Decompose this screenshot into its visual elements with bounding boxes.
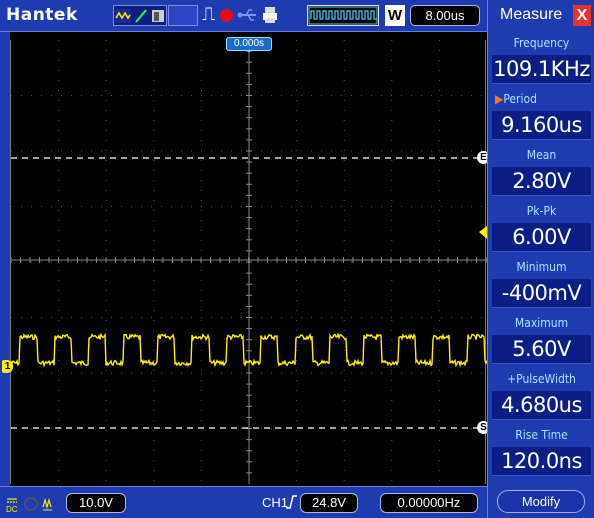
display-mode-icons[interactable]: [113, 5, 167, 26]
measure-value-pulse-width[interactable]: 4.680us: [492, 391, 591, 420]
ch1-coupling-icons[interactable]: DC: [4, 495, 66, 513]
measure-label-pulse-width: +PulseWidth: [507, 372, 576, 386]
modify-button[interactable]: Modify: [497, 490, 585, 513]
timebase-waveform-icon: [307, 5, 379, 26]
measure-panel: Measure X Frequency 109.1KHz ▶Period 9.1…: [487, 0, 594, 518]
bottom-status-bar: DC 10.0V CH1 24.8V 0.00000Hz: [0, 486, 487, 518]
measure-label-period: ▶Period: [488, 92, 594, 106]
rising-edge-icon[interactable]: [286, 494, 297, 510]
measure-label-frequency: Frequency: [513, 36, 570, 50]
ch1-ground-marker[interactable]: 1: [2, 360, 13, 373]
measure-panel-title: Measure: [500, 6, 563, 23]
measure-label-period-text: Period: [503, 92, 537, 106]
measure-value-minimum[interactable]: -400mV: [492, 279, 591, 308]
window-zoom-icon[interactable]: W: [385, 5, 405, 26]
measure-value-pk-pk[interactable]: 6.00V: [492, 223, 591, 252]
scope-grid: [10, 39, 488, 484]
close-button[interactable]: X: [573, 5, 591, 26]
measure-value-maximum[interactable]: 5.60V: [492, 335, 591, 364]
scope-display[interactable]: 0.000s E S 1: [2, 37, 490, 484]
measure-value-rise-time[interactable]: 120.0ns: [492, 447, 591, 476]
measure-label-minimum: Minimum: [516, 260, 567, 274]
measure-value-frequency[interactable]: 109.1KHz: [492, 55, 591, 84]
trigger-source-label: CH1: [262, 495, 289, 510]
measure-value-period[interactable]: 9.160us: [492, 111, 591, 140]
trigger-frequency-readout: 0.00000Hz: [380, 493, 478, 513]
waveform-mode-icon[interactable]: [115, 8, 132, 23]
vector-mode-icon[interactable]: [134, 8, 148, 23]
run-status-indicator[interactable]: [220, 9, 233, 22]
measure-label-mean: Mean: [526, 148, 557, 162]
printer-icon[interactable]: [262, 6, 278, 24]
acquire-status-box: [168, 5, 198, 26]
left-edge-strip: [0, 32, 10, 486]
measure-label-rise-time: Rise Time: [515, 428, 568, 442]
trigger-position-label[interactable]: 0.000s: [226, 37, 272, 51]
measure-label-maximum: Maximum: [514, 316, 569, 330]
persist-mode-icon[interactable]: [151, 9, 165, 23]
measure-value-mean[interactable]: 2.80V: [492, 167, 591, 196]
svg-text:DC: DC: [6, 505, 18, 513]
timebase-readout[interactable]: 8.00us: [410, 5, 480, 26]
pulse-trigger-icon: ⎍: [202, 4, 216, 25]
measure-label-pk-pk: Pk-Pk: [526, 204, 557, 218]
trigger-level-readout[interactable]: 24.8V: [300, 493, 358, 513]
ch1-volts-div-readout[interactable]: 10.0V: [66, 493, 126, 513]
trigger-level-marker[interactable]: [479, 226, 487, 239]
brand-logo: Hantek: [6, 5, 78, 25]
measure-panel-header: Measure X: [488, 0, 594, 32]
usb-icon: [237, 9, 256, 21]
top-toolbar: Hantek ⎍ W 8.00us: [0, 0, 487, 32]
